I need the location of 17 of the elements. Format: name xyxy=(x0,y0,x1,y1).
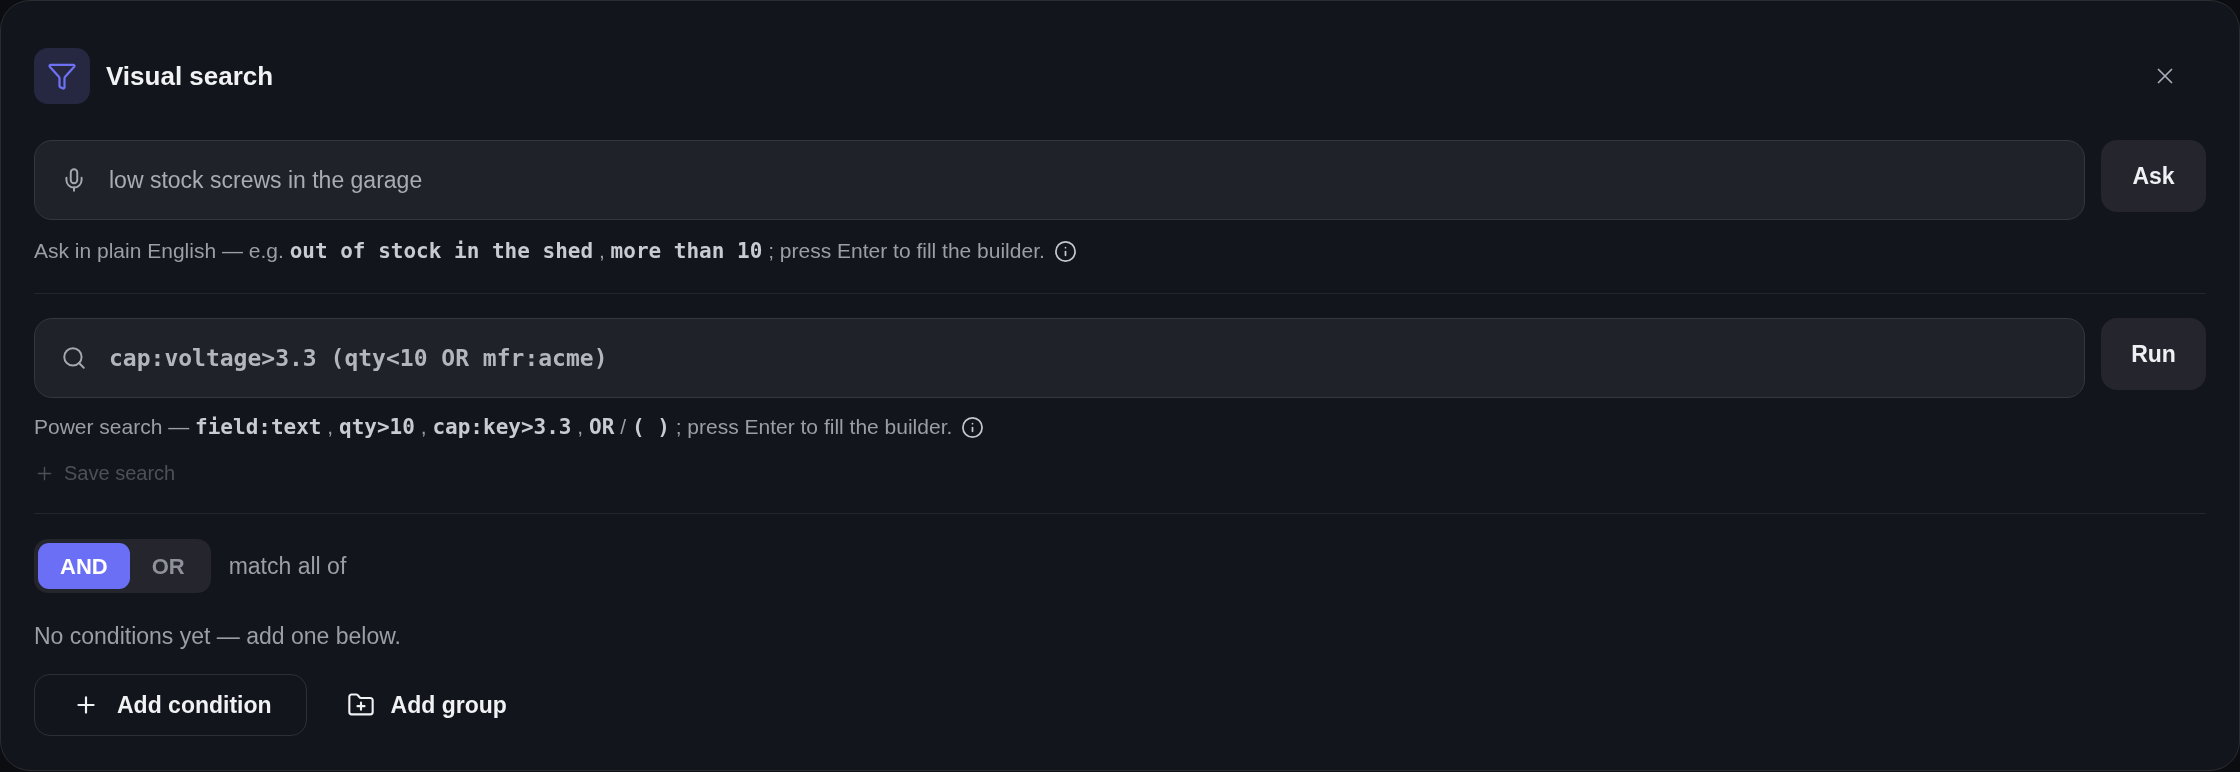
add-group-button[interactable]: Add group xyxy=(328,674,525,736)
operator-option[interactable]: AND xyxy=(38,543,130,589)
dialog-title: Visual search xyxy=(106,59,274,93)
match-label: match all of xyxy=(228,551,347,581)
info-icon[interactable] xyxy=(1053,239,1077,263)
filter-icon xyxy=(34,48,90,104)
power-search-hint-text: Power search — field:text , qty>10 , cap:key>3.3 , OR / ( ) ; press Enter to fill the builder. xyxy=(34,414,953,441)
ask-button[interactable]: Ask xyxy=(2101,140,2206,212)
run-button[interactable]: Run xyxy=(2101,318,2206,390)
add-condition-button[interactable]: Add condition xyxy=(34,674,307,736)
operator-option[interactable]: OR xyxy=(129,543,207,589)
power-search-input[interactable]: cap:voltage>3.3 (qty<10 OR mfr:acme) xyxy=(34,318,2085,398)
search-icon xyxy=(61,345,87,371)
ask-hint-text: Ask in plain English — e.g. out of stock in the shed , more than 10 ; press Enter to fill the builder. xyxy=(34,238,1045,265)
info-icon[interactable] xyxy=(961,415,985,439)
empty-conditions-message: No conditions yet — add one below. xyxy=(34,622,401,650)
ask-input[interactable]: low stock screws in the garage xyxy=(34,140,2085,220)
